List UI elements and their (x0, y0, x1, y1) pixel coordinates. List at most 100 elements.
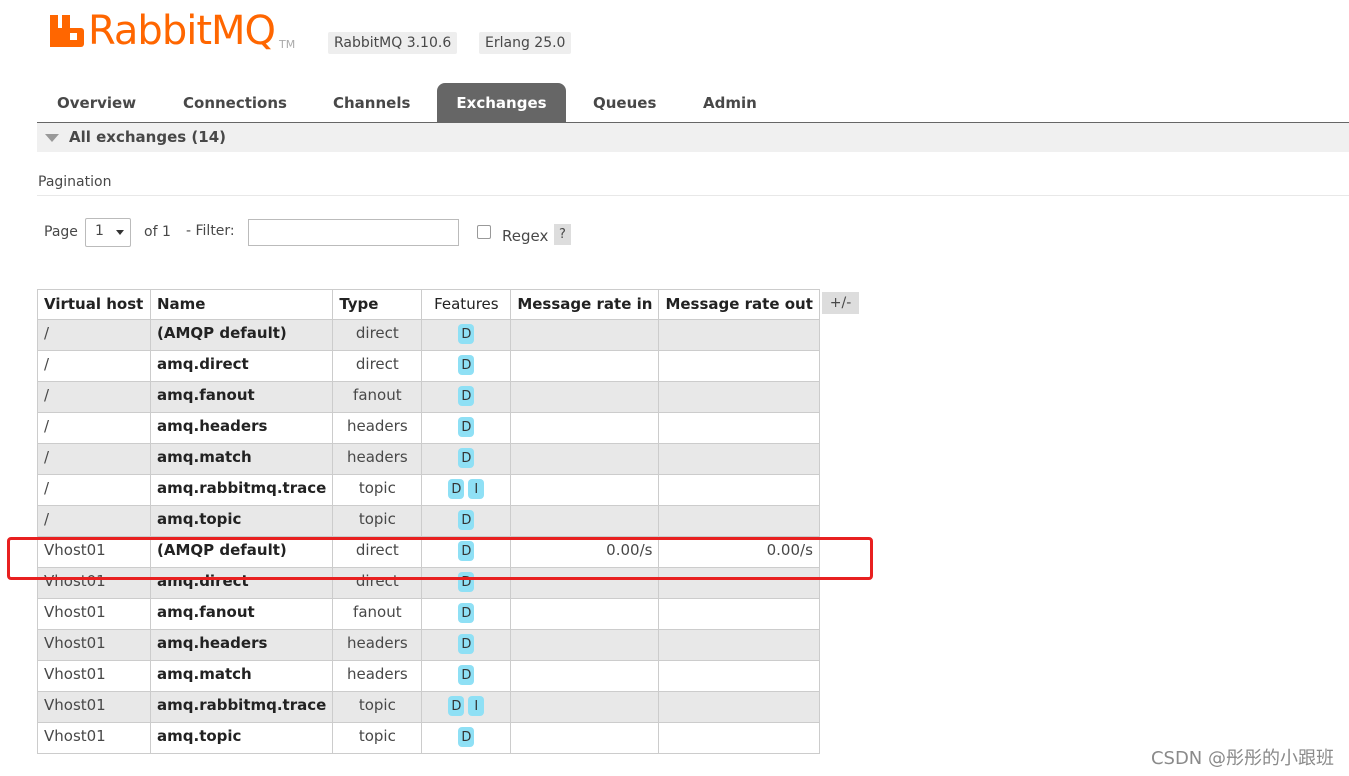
cell-message-rate-in (510, 443, 660, 475)
cell-features: D (421, 505, 512, 537)
cell-virtual-host: / (37, 319, 151, 351)
tab-admin[interactable]: Admin (703, 83, 757, 122)
cell-virtual-host: Vhost01 (37, 536, 151, 568)
cell-message-rate-out (658, 474, 820, 506)
regex-checkbox[interactable] (477, 225, 491, 239)
cell-type: fanout (332, 598, 423, 630)
exchange-name-link[interactable]: amq.rabbitmq.trace (149, 691, 334, 723)
cell-features: D (421, 350, 512, 382)
tab-exchanges[interactable]: Exchanges (437, 83, 566, 122)
cell-type: topic (332, 505, 423, 537)
pagination-label: Pagination (38, 174, 112, 190)
durable-feature-badge: D (458, 634, 475, 654)
tab-channels[interactable]: Channels (333, 83, 410, 122)
cell-message-rate-out (658, 567, 820, 599)
table-row: Vhost01 amq.topic topic D (37, 722, 820, 754)
regex-label: Regex (502, 227, 549, 245)
column-header-features: Features (421, 289, 512, 320)
all-exchanges-section-header[interactable]: All exchanges (14) (37, 123, 1349, 152)
table-row: Vhost01 amq.rabbitmq.trace topic D I (37, 691, 820, 723)
cell-message-rate-in (510, 474, 660, 506)
tab-connections[interactable]: Connections (183, 83, 287, 122)
durable-feature-badge: D (458, 448, 475, 468)
internal-feature-badge: I (468, 696, 485, 716)
durable-feature-badge: D (458, 665, 475, 685)
table-row: Vhost01 amq.direct direct D (37, 567, 820, 599)
cell-virtual-host: Vhost01 (37, 722, 151, 754)
cell-virtual-host: / (37, 412, 151, 444)
exchange-name-link[interactable]: amq.match (149, 660, 334, 692)
filter-label: - Filter: (186, 223, 235, 239)
table-row: Vhost01 amq.headers headers D (37, 629, 820, 661)
collapse-triangle-icon[interactable] (45, 134, 59, 142)
column-header-message-rate-out[interactable]: Message rate out (658, 289, 820, 320)
cell-message-rate-in (510, 691, 660, 723)
erlang-version-badge: Erlang 25.0 (479, 32, 572, 54)
cell-virtual-host: / (37, 350, 151, 382)
cell-message-rate-out (658, 381, 820, 413)
exchange-name-link[interactable]: amq.direct (149, 567, 334, 599)
exchange-name-link[interactable]: (AMQP default) (149, 536, 334, 568)
cell-features: D (421, 598, 512, 630)
table-row: / amq.topic topic D (37, 505, 820, 537)
cell-type: headers (332, 660, 423, 692)
exchanges-table: Virtual host Name Type Features Message … (37, 289, 820, 754)
cell-message-rate-in (510, 629, 660, 661)
exchange-name-link[interactable]: amq.fanout (149, 598, 334, 630)
cell-type: topic (332, 722, 423, 754)
tab-queues[interactable]: Queues (593, 83, 656, 122)
cell-message-rate-out (658, 443, 820, 475)
cell-type: topic (332, 691, 423, 723)
cell-virtual-host: Vhost01 (37, 567, 151, 599)
cell-type: direct (332, 536, 423, 568)
exchange-name-link[interactable]: amq.headers (149, 629, 334, 661)
cell-message-rate-out (658, 722, 820, 754)
column-header-virtual-host[interactable]: Virtual host (37, 289, 151, 320)
cell-features: D (421, 536, 512, 568)
cell-features: D (421, 722, 512, 754)
durable-feature-badge: D (458, 510, 475, 530)
column-header-name[interactable]: Name (149, 289, 334, 320)
cell-message-rate-out (658, 505, 820, 537)
table-row: / amq.fanout fanout D (37, 381, 820, 413)
column-header-message-rate-in[interactable]: Message rate in (510, 289, 660, 320)
cell-features: D (421, 443, 512, 475)
cell-message-rate-out: 0.00/s (658, 536, 820, 568)
durable-feature-badge: D (458, 603, 475, 623)
exchange-name-link[interactable]: amq.rabbitmq.trace (149, 474, 334, 506)
exchange-name-link[interactable]: (AMQP default) (149, 319, 334, 351)
cell-type: headers (332, 629, 423, 661)
rabbitmq-logo: RabbitMQ TM (50, 6, 295, 56)
durable-feature-badge: D (458, 386, 475, 406)
chevron-down-icon (116, 230, 124, 235)
durable-feature-badge: D (458, 355, 475, 375)
cell-type: topic (332, 474, 423, 506)
cell-message-rate-in (510, 598, 660, 630)
exchange-name-link[interactable]: amq.direct (149, 350, 334, 382)
exchange-name-link[interactable]: amq.match (149, 443, 334, 475)
cell-message-rate-out (658, 319, 820, 351)
cell-type: direct (332, 567, 423, 599)
durable-feature-badge: D (458, 541, 475, 561)
page-select-value: 1 (95, 223, 104, 239)
section-title: All exchanges (14) (69, 128, 226, 146)
cell-features: DI (421, 474, 512, 506)
filter-input[interactable] (248, 219, 459, 246)
exchange-name-link[interactable]: amq.headers (149, 412, 334, 444)
cell-message-rate-out (658, 629, 820, 661)
exchange-name-link[interactable]: amq.topic (149, 505, 334, 537)
exchange-name-link[interactable]: amq.topic (149, 722, 334, 754)
cell-type: fanout (332, 381, 423, 413)
page-select[interactable]: 1 (85, 218, 131, 247)
exchange-name-link[interactable]: amq.fanout (149, 381, 334, 413)
cell-virtual-host: / (37, 443, 151, 475)
regex-help-button[interactable]: ? (554, 224, 571, 245)
cell-features: D (421, 629, 512, 661)
column-toggle-button[interactable]: +/- (822, 292, 859, 314)
column-header-type[interactable]: Type (332, 289, 423, 320)
cell-type: direct (332, 319, 423, 351)
cell-message-rate-in (510, 350, 660, 382)
divider (37, 195, 1349, 196)
cell-virtual-host: Vhost01 (37, 598, 151, 630)
tab-overview[interactable]: Overview (57, 83, 136, 122)
